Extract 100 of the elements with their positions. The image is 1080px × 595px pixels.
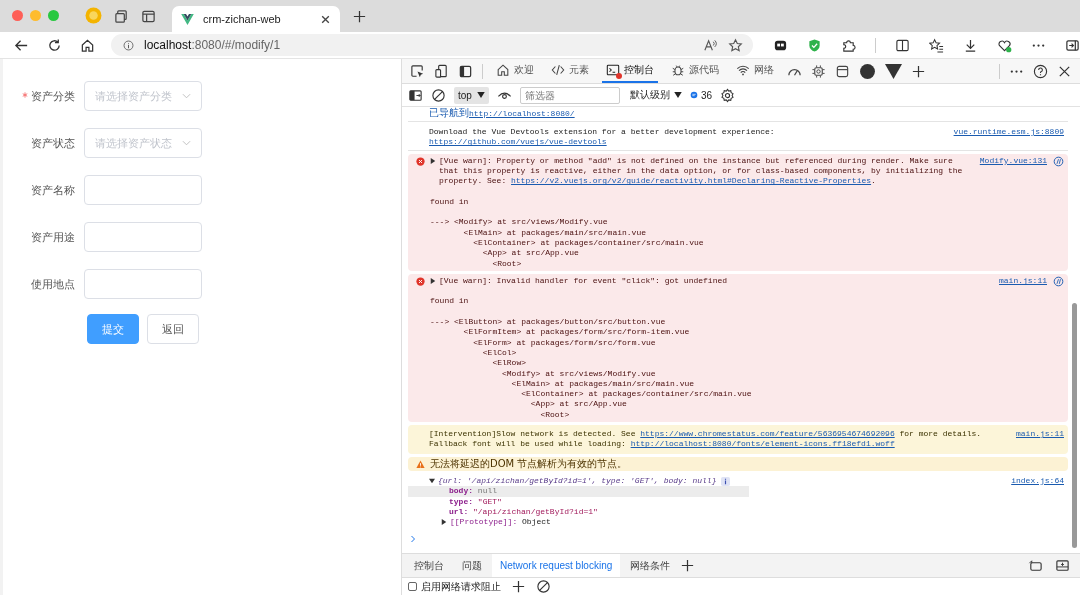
address-bar[interactable]: localhost:8080/#/modify/1 <box>111 34 753 56</box>
field-label: 使用地点 <box>30 276 76 292</box>
message-text: [Vue warn]: Property or method "add" is not defined on the instance but referenced during render. Make sure that this property is reactive, either in the data option, or for class-based components, by initializing the property. See: https://v2.vuejs.org/v2/guide/reactivity.html#Declaring-Reactive-Properties. <box>439 155 964 187</box>
source-link[interactable]: main.js:11 <box>999 276 1047 287</box>
bug-icon <box>671 63 685 77</box>
source-link[interactable]: Modify.vue:131 <box>979 155 1047 167</box>
back-button[interactable]: 返回 <box>147 314 199 344</box>
message-text: [Intervention]Slow network is detected. See https://www.chromestatus.com/feature/5636954674692096 for more details. Fallback font will be used while loading: http://localhost:8080/fonts/element-icons.ff18efd1.woff <box>429 429 983 450</box>
code-icon <box>551 63 565 77</box>
chip-icon[interactable] <box>811 63 826 79</box>
stack-trace-line: <App> at src/App.vue <box>530 399 628 410</box>
message-text: 无法将延迟的DOM 节点解析为有效的节点。 <box>430 458 629 469</box>
download-icon[interactable] <box>963 37 978 53</box>
expand-triangle-icon[interactable] <box>429 477 435 484</box>
favorite-star-icon[interactable] <box>728 37 743 53</box>
drawer-tab[interactable]: Network request blocking <box>492 554 621 577</box>
device-emulation-icon[interactable] <box>434 63 449 79</box>
drawer-tab[interactable]: 控制台 <box>406 554 452 577</box>
object-summary[interactable]: {url: '/api/zichan/getById?id=1', type: 'GET', body: null} <box>438 475 717 487</box>
new-tab-icon[interactable] <box>352 9 367 24</box>
dock-bottom-icon[interactable] <box>1055 558 1070 573</box>
sidebar-icon[interactable] <box>141 9 156 24</box>
application-icon[interactable] <box>835 63 850 79</box>
drawer-tab[interactable]: 问题 <box>454 554 490 577</box>
log-levels-dropdown[interactable]: 默认级别 <box>629 88 682 102</box>
scrollbar[interactable] <box>1072 303 1077 548</box>
message-text: found in <box>430 296 470 307</box>
clear-console-icon[interactable] <box>431 87 446 103</box>
link[interactable]: https://github.com/vuejs/vue-devtools <box>429 137 607 147</box>
tab-title: crm-zichan-web <box>203 13 282 25</box>
drawer-tab[interactable]: 网络条件 <box>622 554 679 577</box>
input-field[interactable] <box>84 175 202 205</box>
add-tool-icon[interactable] <box>911 63 926 79</box>
stack-trace-line: <ElCol> <box>482 347 518 359</box>
browser-tab[interactable]: crm-zichan-web <box>172 6 340 32</box>
explain-icon[interactable] <box>1053 155 1064 167</box>
link[interactable]: https://www.chromestatus.com/feature/5636954674692096 <box>640 429 895 438</box>
object-property: url: "/api/zichan/getById?id=1" <box>448 506 599 518</box>
stack-trace-line: ---> <ElButton> at packages/button/src/button.vue <box>430 317 667 328</box>
wifi-icon <box>736 63 750 77</box>
prototype-property: [[Prototype]]: Object <box>450 517 551 528</box>
clear-icon[interactable] <box>536 579 551 594</box>
source-link[interactable]: main.js:11 <box>1016 429 1064 440</box>
error-icon <box>416 276 425 286</box>
message-text: 已导航到http://localhost:8080/ <box>429 107 576 119</box>
favorites-icon[interactable] <box>929 37 944 53</box>
add-pattern-icon[interactable] <box>511 579 526 594</box>
home-icon[interactable] <box>80 37 95 53</box>
explain-icon[interactable] <box>1053 275 1064 287</box>
split-screen-icon[interactable] <box>895 37 910 53</box>
stack-trace-line: <ElMain> at packages/main/src/main.vue <box>511 378 696 390</box>
chevron-down-icon <box>182 140 191 146</box>
circle-icon[interactable] <box>859 62 876 80</box>
settings-icon[interactable] <box>720 87 736 103</box>
link[interactable]: http://localhost:8080/fonts/element-icons.ff18efd1.woff <box>630 439 895 449</box>
stack-trace-line: <ElForm> at packages/form/src/form.vue <box>473 337 657 348</box>
sidebar-toggle-icon[interactable] <box>408 87 423 103</box>
info-icon[interactable] <box>123 39 134 51</box>
context-dropdown[interactable]: top <box>454 86 489 104</box>
filter-field[interactable]: 筛选器 <box>519 86 620 104</box>
message-text: [Vue warn]: Invalid handler for event "click": got undefined <box>439 275 728 287</box>
shield-icon[interactable] <box>807 37 822 53</box>
add-tab-icon[interactable] <box>680 558 696 573</box>
input-field[interactable] <box>84 222 202 252</box>
devtools-tab[interactable]: 欢迎 <box>492 59 538 83</box>
enable-blocking-checkbox[interactable]: 启用网络请求阻止 <box>408 579 501 594</box>
stack-trace-line: <Root> <box>540 409 571 420</box>
close-icon[interactable] <box>320 13 331 25</box>
source-link[interactable]: index.js:64 <box>1011 475 1064 487</box>
info-icon <box>721 476 731 486</box>
home-icon <box>496 63 510 77</box>
expand-triangle-icon[interactable] <box>430 277 436 284</box>
read-aloud-icon[interactable] <box>703 37 718 53</box>
issues-counter[interactable]: 36 <box>689 89 713 101</box>
link[interactable]: http://localhost:8080/ <box>469 109 575 118</box>
devtools-tab[interactable]: 元素 <box>547 59 593 83</box>
devtools-tab[interactable]: 控制台 <box>602 59 658 83</box>
message-text: found in <box>430 196 470 208</box>
tabs-icon[interactable] <box>114 9 129 24</box>
expand-triangle-icon[interactable] <box>441 519 447 526</box>
devtools-tab[interactable]: 网络 <box>732 59 778 83</box>
stack-trace-line: <ElMain> at packages/main/src/main.vue <box>463 227 648 238</box>
help-icon[interactable] <box>1033 63 1048 79</box>
puzzle-icon[interactable] <box>841 37 856 53</box>
sidebar-toggle-icon[interactable] <box>1065 37 1080 53</box>
warning-icon <box>416 459 425 469</box>
dock-icon[interactable] <box>458 63 473 79</box>
stack-trace-line: ---> <Modify> at src/views/Modify.vue <box>430 217 609 228</box>
input-field[interactable] <box>84 269 202 299</box>
reload-icon[interactable] <box>47 37 62 53</box>
field-label: 资产状态 <box>30 135 76 151</box>
devtools-tab[interactable]: 源代码 <box>667 59 723 83</box>
vue-devtools-icon[interactable] <box>885 62 902 80</box>
stack-trace-line: <Modify> at src/views/Modify.vue <box>502 368 657 379</box>
chevron-down-icon <box>182 93 191 99</box>
expand-triangle-icon[interactable] <box>430 157 436 164</box>
field-label: 资产分类 <box>3 88 84 104</box>
source-link[interactable]: vue.runtime.esm.js:8809 <box>953 127 1064 138</box>
inspect-icon[interactable] <box>410 63 425 79</box>
object-property: type: "GET" <box>448 496 503 507</box>
